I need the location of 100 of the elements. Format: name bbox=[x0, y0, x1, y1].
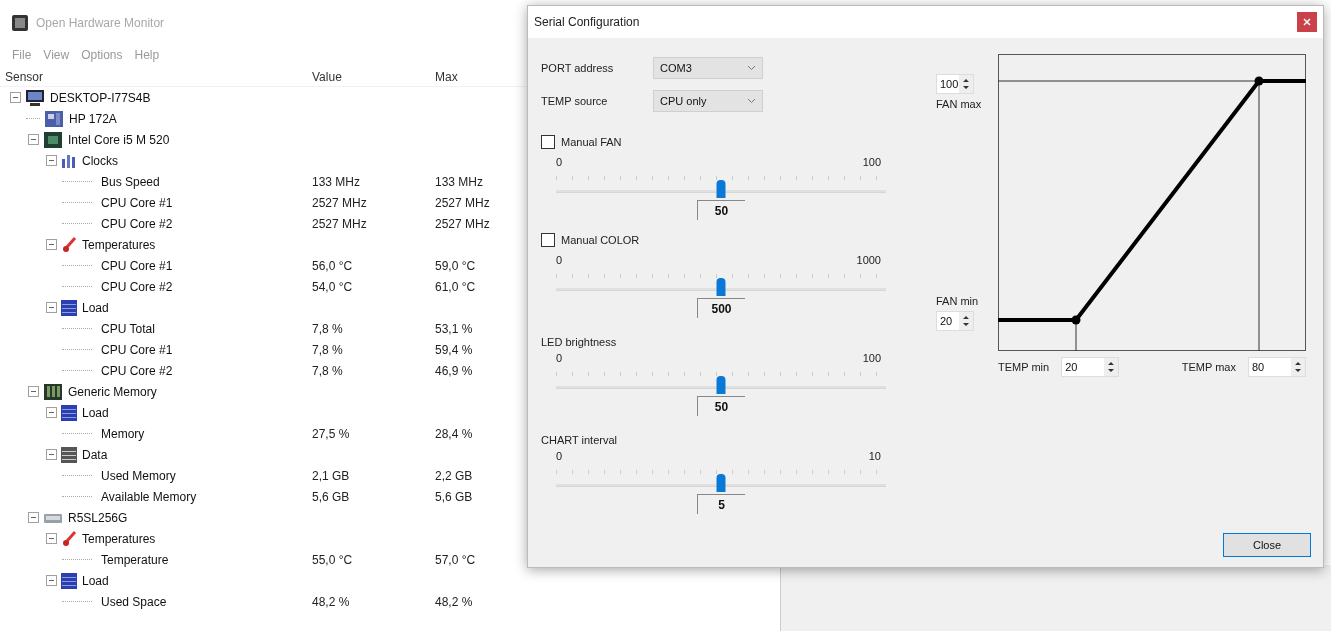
scale-min: 0 bbox=[556, 254, 563, 266]
sensor-name: Data bbox=[82, 447, 108, 462]
expander-toggle[interactable] bbox=[46, 449, 57, 460]
axis-label: FAN min bbox=[936, 295, 980, 307]
grid-icon bbox=[61, 446, 77, 463]
value-cell-text: 2527 MHz bbox=[311, 216, 367, 231]
checkbox[interactable] bbox=[541, 233, 555, 247]
sensor-name: R5SL256G bbox=[68, 510, 128, 525]
stripes-icon bbox=[61, 299, 77, 316]
chevron-down-icon bbox=[747, 65, 756, 71]
sensor-name: Temperature bbox=[101, 552, 169, 567]
slider-thumb[interactable] bbox=[716, 278, 726, 296]
value-cell-text: 54,0 °C bbox=[311, 279, 353, 294]
expander-toggle[interactable] bbox=[28, 512, 39, 523]
checkbox-label: Manual COLOR bbox=[561, 234, 640, 246]
value-cell-text: 5,6 GB bbox=[311, 489, 350, 504]
max-cell-text: 57,0 °C bbox=[434, 552, 476, 567]
dialog-title: Serial Configuration bbox=[534, 15, 640, 29]
field-label: PORT address bbox=[541, 62, 615, 74]
expander-toggle[interactable] bbox=[46, 239, 57, 250]
max-cell-text: 28,4 % bbox=[434, 426, 473, 441]
slider-label: CHART interval bbox=[541, 433, 618, 446]
app-icon bbox=[12, 15, 28, 31]
column-header[interactable]: Max bbox=[430, 69, 458, 84]
sensor-name: CPU Core #2 bbox=[101, 279, 173, 294]
max-cell-text: 59,4 % bbox=[434, 342, 473, 357]
close-icon[interactable] bbox=[1297, 12, 1317, 32]
sensor-name: DESKTOP-I77S4B bbox=[50, 90, 151, 105]
memory-module-icon bbox=[43, 382, 63, 401]
window-title: Open Hardware Monitor bbox=[36, 16, 165, 30]
sensor-name: Generic Memory bbox=[68, 384, 157, 399]
sensor-name: CPU Core #1 bbox=[101, 342, 173, 357]
number-field[interactable]: 20 bbox=[936, 311, 974, 331]
slider-value: 500 bbox=[697, 298, 745, 318]
sensor-name: Temperatures bbox=[82, 531, 156, 546]
sensor-name: Clocks bbox=[82, 153, 118, 168]
sensor-name: Load bbox=[82, 300, 109, 315]
field-label: TEMP source bbox=[541, 95, 609, 107]
value-cell-text: 55,0 °C bbox=[311, 552, 353, 567]
checkbox[interactable] bbox=[541, 135, 555, 149]
axis-label: FAN max bbox=[936, 98, 983, 110]
spin-arrows-icon bbox=[1104, 358, 1119, 376]
expander-toggle[interactable] bbox=[28, 134, 39, 145]
value-cell-text: 7,8 % bbox=[311, 342, 343, 357]
port-dropdown[interactable]: COM3 bbox=[653, 57, 763, 79]
sensor-name: CPU Core #1 bbox=[101, 195, 173, 210]
scale-max: 10 bbox=[868, 450, 881, 462]
slider-value: 50 bbox=[697, 200, 745, 220]
number-field[interactable]: 100 bbox=[936, 74, 974, 94]
max-cell-text: 61,0 °C bbox=[434, 279, 476, 294]
scale-min: 0 bbox=[556, 450, 563, 462]
expander-toggle[interactable] bbox=[10, 92, 21, 103]
value-cell-text: 7,8 % bbox=[311, 363, 343, 378]
expander-toggle[interactable] bbox=[46, 575, 57, 586]
max-cell-text: 5,6 GB bbox=[434, 489, 473, 504]
circuit-board-icon bbox=[44, 109, 64, 128]
expander-toggle[interactable] bbox=[28, 386, 39, 397]
sensor-name: Available Memory bbox=[101, 489, 197, 504]
stripes-icon bbox=[61, 404, 77, 421]
slider-thumb[interactable] bbox=[716, 376, 726, 394]
expander-toggle[interactable] bbox=[46, 155, 57, 166]
sensor-name: Bus Speed bbox=[101, 174, 160, 189]
column-header[interactable]: Sensor bbox=[0, 69, 44, 84]
value-cell-text: 2527 MHz bbox=[311, 195, 367, 210]
max-cell-text: 48,2 % bbox=[434, 594, 473, 609]
max-cell-text: 2527 MHz bbox=[434, 195, 490, 210]
expander-toggle[interactable] bbox=[46, 302, 57, 313]
expander-toggle[interactable] bbox=[46, 407, 57, 418]
sensor-name: Used Memory bbox=[101, 468, 176, 483]
spin-arrows-icon bbox=[1291, 358, 1305, 376]
slider-thumb[interactable] bbox=[716, 180, 726, 198]
scale-min: 0 bbox=[556, 352, 563, 364]
scale-max: 100 bbox=[862, 156, 881, 168]
chip-icon bbox=[43, 130, 63, 149]
sensor-name: CPU Core #2 bbox=[101, 363, 173, 378]
column-header[interactable]: Value bbox=[307, 69, 342, 84]
chevron-down-icon bbox=[747, 98, 756, 104]
close-button[interactable]: Close bbox=[1223, 533, 1311, 557]
sensor-name: Load bbox=[82, 405, 109, 420]
thermometer-icon bbox=[61, 236, 77, 253]
slider-thumb[interactable] bbox=[716, 474, 726, 492]
source-dropdown[interactable]: CPU only bbox=[653, 90, 763, 112]
expander-toggle[interactable] bbox=[46, 533, 57, 544]
axis-label: TEMP min bbox=[998, 361, 1050, 373]
spin-arrows-icon bbox=[959, 75, 973, 93]
number-field[interactable]: 20 bbox=[1061, 357, 1120, 377]
number-field[interactable]: 80 bbox=[1248, 357, 1306, 377]
scale-max: 100 bbox=[862, 352, 881, 364]
max-cell-text: 53,1 % bbox=[434, 321, 473, 336]
value-cell-text: 7,8 % bbox=[311, 321, 343, 336]
sensor-name: CPU Total bbox=[101, 321, 155, 336]
thermometer-icon bbox=[61, 530, 77, 547]
value-cell-text: 2,1 GB bbox=[311, 468, 350, 483]
sensor-name: Intel Core i5 M 520 bbox=[68, 132, 170, 147]
sensor-name: Memory bbox=[101, 426, 145, 441]
sensor-name: Used Space bbox=[101, 594, 167, 609]
value-cell-text: 27,5 % bbox=[311, 426, 350, 441]
value-cell-text: 133 MHz bbox=[311, 174, 361, 189]
max-cell-text: 59,0 °C bbox=[434, 258, 476, 273]
scale-min: 0 bbox=[556, 156, 563, 168]
